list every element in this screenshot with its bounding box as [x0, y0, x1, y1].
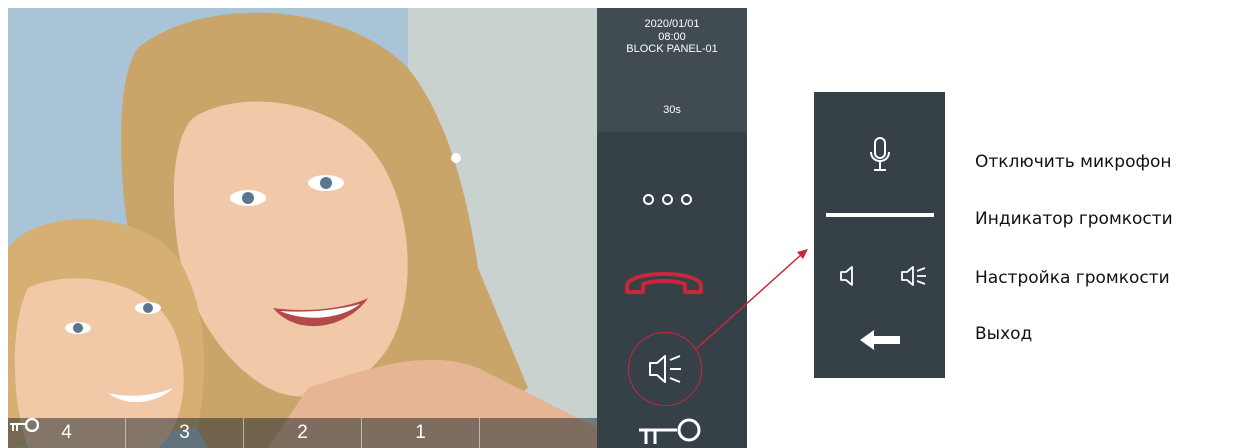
audio-submenu [814, 92, 945, 378]
unlock-button-main[interactable] [10, 418, 597, 448]
legend-exit: Выход [975, 324, 1033, 344]
legend-mute: Отключить микрофон [975, 152, 1172, 172]
unlock-button-3[interactable]: 3 [10, 418, 244, 448]
legend-volume-indicator: Индикатор громкости [975, 209, 1173, 229]
call-date: 2020/01/01 [644, 18, 700, 30]
video-feed: 4 3 2 1 [8, 8, 597, 448]
video-image [8, 8, 597, 448]
dot [643, 194, 654, 205]
unlock-button-1[interactable]: 1 [10, 418, 480, 448]
unlock-bar: 4 3 2 1 [8, 418, 597, 448]
speaker-volume-icon [649, 355, 681, 383]
unlock-button-label: 4 [61, 422, 72, 443]
dot [662, 194, 673, 205]
key-icon[interactable] [637, 418, 707, 448]
volume-indicator [826, 213, 934, 217]
unlock-button-label: 2 [297, 422, 308, 443]
key-icon [10, 418, 39, 432]
hangup-phone-icon[interactable] [619, 260, 709, 300]
unlock-button-label: 3 [179, 422, 190, 443]
call-time: 08:00 [658, 30, 686, 43]
unlock-button-2[interactable]: 2 [10, 418, 362, 448]
speaker-button[interactable] [628, 332, 702, 406]
legend-volume-adjust: Настройка громкости [975, 268, 1170, 288]
arrow-left-icon[interactable] [858, 328, 902, 352]
unlock-button-label: 1 [415, 422, 426, 443]
call-timer: 30s [663, 104, 681, 116]
caller-device: BLOCK PANEL-01 [626, 43, 718, 55]
microphone-icon[interactable] [868, 136, 892, 174]
more-dots-icon[interactable] [643, 194, 692, 205]
volume-down-icon[interactable] [838, 264, 860, 288]
dot [681, 194, 692, 205]
volume-up-icon[interactable] [900, 264, 928, 288]
control-panel: 2020/01/01 08:00 BLOCK PANEL-01 30s [597, 8, 747, 448]
call-info: 2020/01/01 08:00 BLOCK PANEL-01 30s [597, 8, 747, 132]
